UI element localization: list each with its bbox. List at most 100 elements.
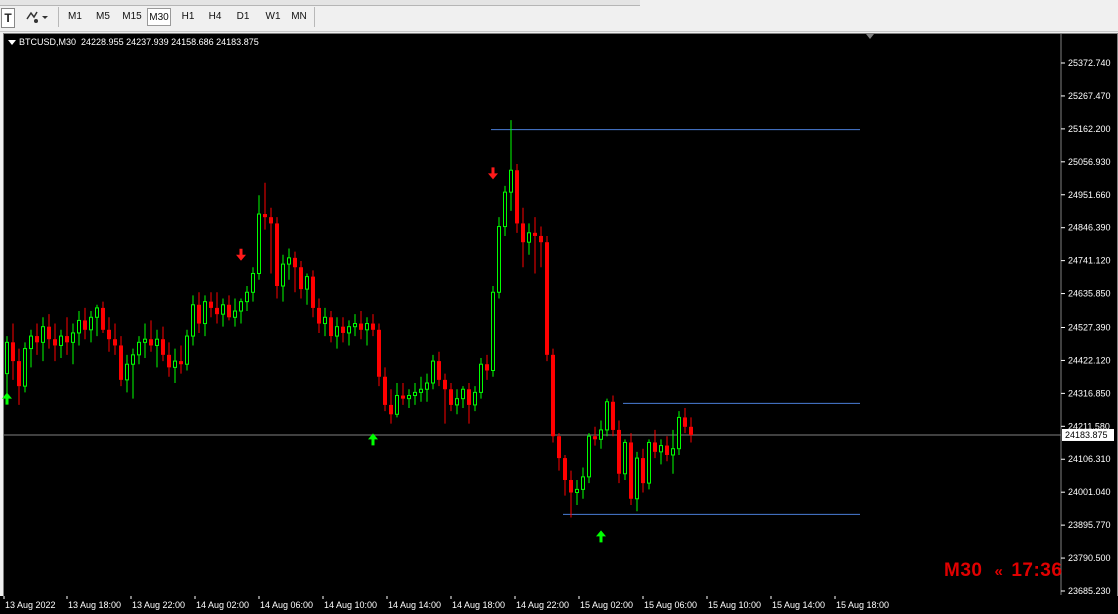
candle-body — [677, 416, 681, 450]
time-tick-label: 13 Aug 22:00 — [132, 600, 185, 610]
candle-body — [287, 257, 291, 265]
timeframe-button-h4[interactable]: H4 — [204, 8, 226, 26]
time-tick-label: 14 Aug 18:00 — [452, 600, 505, 610]
candle-timer: M30 « 17:36 — [944, 560, 1074, 582]
time-tick-label: 13 Aug 2022 — [5, 600, 56, 610]
candle-body — [155, 338, 159, 346]
toolbar-separator — [58, 7, 59, 27]
candle-body — [11, 342, 15, 362]
shapes-dropdown-icon[interactable] — [24, 8, 50, 26]
candle-body — [161, 339, 165, 355]
timeframe-button-m5[interactable]: M5 — [91, 8, 115, 26]
timeframe-button-m30[interactable]: M30 — [147, 8, 171, 26]
time-tick-label: 14 Aug 10:00 — [324, 600, 377, 610]
candle-body — [467, 389, 471, 405]
candle-body — [143, 338, 147, 343]
candle-body — [191, 304, 195, 337]
candle-body — [71, 332, 75, 343]
candle-body — [659, 445, 663, 453]
price-tick-label: 25267.470 — [1068, 91, 1111, 101]
time-tick-label: 15 Aug 18:00 — [836, 600, 889, 610]
buy-arrow-icon — [2, 392, 12, 405]
price-tick-label: 24316.850 — [1068, 388, 1111, 398]
price-tick-label: 25162.200 — [1068, 124, 1111, 134]
candle-body — [317, 307, 321, 324]
time-tick-label: 15 Aug 06:00 — [644, 600, 697, 610]
timeframe-button-m15[interactable]: M15 — [119, 8, 145, 26]
ohlc-values: 24228.955 24237.939 24158.686 24183.875 — [81, 37, 259, 47]
candle-body — [209, 301, 213, 308]
candle-body — [353, 323, 357, 328]
candle-body — [545, 242, 549, 355]
candle-body — [299, 267, 303, 290]
time-axis: 13 Aug 2022 13 Aug 18:00 13 Aug 22:00 14 Au… — [3, 596, 889, 610]
candle-body — [269, 217, 273, 224]
candle-body — [515, 170, 519, 224]
chart-info-line: BTCUSD,M30 24228.955 24237.939 24158.686… — [8, 37, 259, 47]
candle-body — [329, 317, 333, 337]
candle-body — [257, 213, 261, 274]
candle-body — [497, 226, 501, 293]
candle-body — [305, 276, 309, 290]
candle-body — [431, 360, 435, 384]
candle-body — [131, 354, 135, 365]
candle-body — [539, 235, 543, 243]
timeframe-button-mn[interactable]: MN — [288, 8, 310, 26]
candle-body — [533, 232, 537, 236]
timeframe-button-d1[interactable]: D1 — [232, 8, 254, 26]
candle-body — [635, 457, 639, 500]
candle-body — [275, 223, 279, 287]
candle-body — [65, 336, 69, 343]
candle-body — [623, 441, 627, 475]
candle-body — [437, 361, 441, 380]
candle-body — [29, 335, 33, 350]
candle-body — [593, 436, 597, 440]
candle-body — [587, 435, 591, 478]
candle-body — [359, 323, 363, 330]
candle-body — [485, 364, 489, 371]
candle-body — [341, 326, 345, 333]
candle-body — [395, 395, 399, 415]
candle-body — [389, 404, 393, 415]
candle-body — [347, 326, 351, 334]
chart-menu-triangle-icon[interactable] — [8, 40, 16, 46]
candle-body — [599, 429, 603, 440]
candle-body — [263, 214, 267, 218]
candle-body — [95, 307, 99, 318]
candle-body — [473, 391, 477, 406]
symbol-period: BTCUSD,M30 — [19, 37, 77, 47]
timeframe-button-m1[interactable]: M1 — [64, 8, 86, 26]
candle-body — [563, 458, 567, 480]
time-tick-label: 14 Aug 14:00 — [388, 600, 441, 610]
price-tick-label: 24635.850 — [1068, 289, 1111, 299]
candle-body — [365, 323, 369, 331]
candle-body — [455, 398, 459, 406]
candle-body — [443, 379, 447, 390]
candle-body — [113, 339, 117, 346]
timeframe-button-h1[interactable]: H1 — [177, 8, 199, 26]
toolbar-top-strip — [0, 0, 640, 6]
timeframe-button-w1[interactable]: W1 — [261, 8, 285, 26]
candle-body — [491, 291, 495, 371]
price-chart[interactable]: 25372.740 25267.470 25162.200 25056.930 2495… — [0, 33, 1118, 614]
text-tool-icon[interactable]: T — [1, 8, 15, 28]
candle-body — [449, 389, 453, 405]
buy-arrow-icon — [596, 530, 606, 543]
candle-body — [569, 479, 573, 493]
candle-body — [629, 442, 633, 499]
price-tick-label: 24001.040 — [1068, 487, 1111, 497]
candle-body — [383, 376, 387, 405]
candle-body — [23, 348, 27, 387]
candle-body — [665, 445, 669, 455]
time-tick-label: 15 Aug 14:00 — [772, 600, 825, 610]
candle-body — [419, 388, 423, 393]
candle-body — [575, 488, 579, 494]
time-tick-label: 14 Aug 22:00 — [516, 600, 569, 610]
price-tick-label: 23895.770 — [1068, 520, 1111, 530]
candle-body — [203, 301, 207, 325]
candle-body — [407, 395, 411, 400]
candle-body — [59, 335, 63, 346]
candle-body — [581, 476, 585, 490]
candle-body — [647, 441, 651, 484]
candle-body — [149, 339, 153, 346]
